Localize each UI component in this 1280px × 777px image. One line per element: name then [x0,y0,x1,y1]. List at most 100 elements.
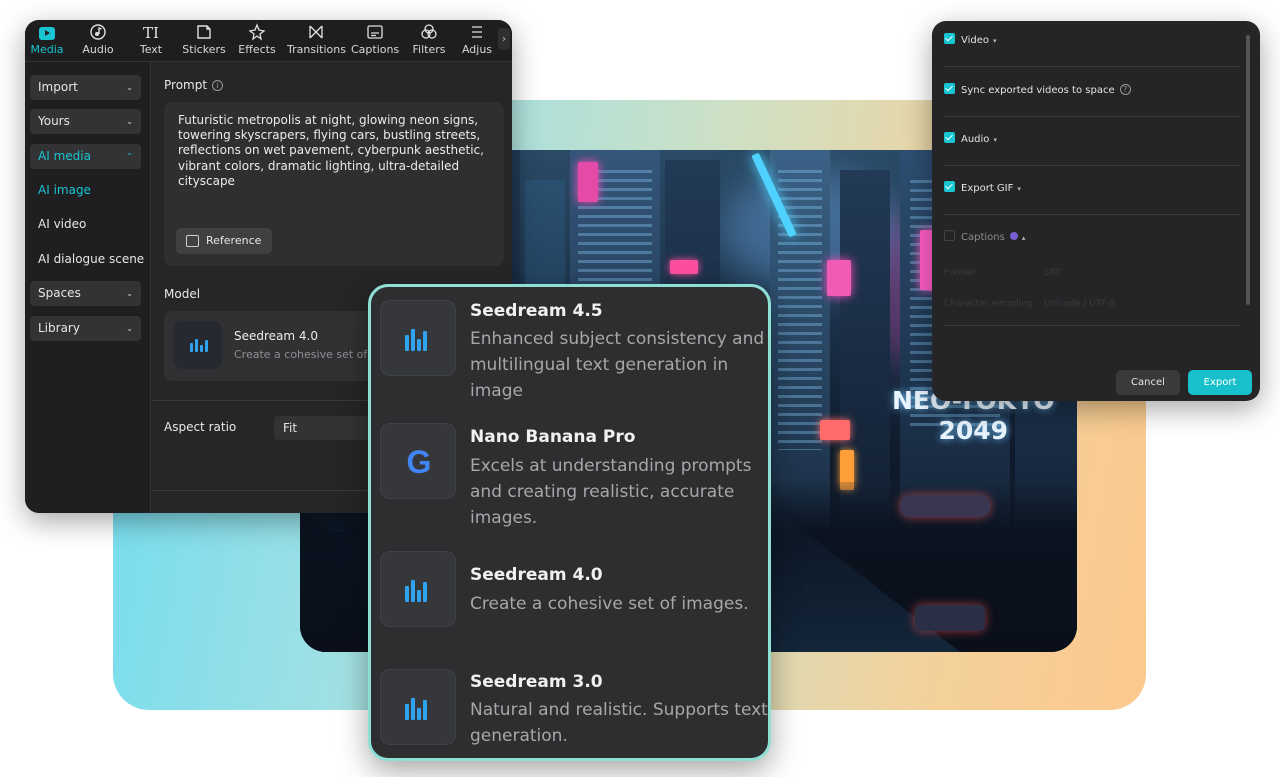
model-option-name: Seedream 4.5 [470,301,603,321]
checkbox-checked-icon[interactable] [944,33,955,44]
sidebar-item-label: Yours [38,114,70,128]
tab-text[interactable]: TI Text [135,20,167,62]
checkbox-unchecked-icon[interactable] [944,230,955,241]
reference-button-label: Reference [206,234,262,247]
tab-captions[interactable]: Captions [351,20,399,62]
divider [944,165,1240,166]
sync-to-space-row[interactable]: Sync exported videos to space? [944,79,1240,103]
aspect-ratio-label: Aspect ratio [164,420,237,434]
model-option-description: Excels at understanding prompts and crea… [470,456,752,528]
google-glyph: G [406,444,432,480]
image-icon [186,235,199,247]
model-label: Model [164,287,201,301]
export-row-label: Sync exported videos to space [961,85,1115,96]
tab-stickers[interactable]: Stickers [180,20,228,62]
captions-icon [351,23,399,43]
tab-stickers-label: Stickers [182,43,226,56]
tab-effects[interactable]: Effects [237,20,277,62]
google-icon: G [380,423,456,499]
sidebar-item-label: AI media [38,149,91,163]
export-row-label: Video [961,35,990,46]
checkbox-checked-icon[interactable] [944,181,955,192]
model-option-description: Natural and realistic. Supports text gen… [470,700,768,746]
reference-button[interactable]: Reference [176,228,272,254]
model-dropdown: Seedream 4.5 Enhanced subject consistenc… [368,284,771,761]
sidebar-item-label: AI image [38,183,91,197]
sidebar-item-label: Import [38,80,78,94]
export-row-label: Export GIF [961,183,1014,194]
model-option-description: Enhanced subject consistency and multili… [470,329,765,401]
help-icon[interactable]: ? [1119,84,1131,95]
model-description: Create a cohesive set of i [234,348,374,361]
sidebar-item-library[interactable]: Library ⌄ [30,316,141,341]
tab-transitions[interactable]: Transitions [287,20,346,62]
sidebar-item-import[interactable]: Import ⌄ [30,75,141,100]
export-row-label: Captions [961,232,1005,243]
filters-icon [410,23,448,43]
seedream-icon [380,300,456,376]
export-button[interactable]: Export [1188,370,1252,395]
tab-audio[interactable]: Audio [81,20,115,62]
sidebar-item-ai-media[interactable]: AI media ⌃ [30,144,141,169]
captions-format-label: Format [944,268,976,278]
sidebar-item-ai-video[interactable]: AI video [30,212,141,237]
sidebar-item-label: AI video [38,217,87,231]
sidebar-item-yours[interactable]: Yours ⌄ [30,109,141,134]
sidebar-item-ai-dialogue-scene[interactable]: AI dialogue scene [30,247,150,272]
export-gif-row[interactable]: Export GIF ▾ [944,177,1240,201]
checkbox-checked-icon[interactable] [944,83,955,94]
transitions-icon [287,23,345,43]
audio-icon [81,23,115,43]
tab-filters-label: Filters [412,43,446,56]
info-icon[interactable]: i [212,80,224,91]
toolbar-scroll-right-icon[interactable]: › [498,28,510,50]
prompt-text[interactable]: Futuristic metropolis at night, glowing … [178,113,494,189]
tab-media[interactable]: Media [29,20,65,62]
prompt-label: Prompt i [164,78,224,92]
model-option-name: Seedream 4.0 [470,565,603,585]
tab-captions-label: Captions [351,43,400,56]
prompt-label-text: Prompt [164,78,208,92]
prompt-input[interactable]: Futuristic metropolis at night, glowing … [164,102,504,266]
seedream-icon [174,321,222,369]
sidebar-item-spaces[interactable]: Spaces ⌄ [30,281,141,306]
sidebar-item-ai-image[interactable]: AI image [30,178,141,203]
captions-encoding-value: Unicode / UTF-8 [1044,299,1116,309]
export-captions-row[interactable]: Captions ▴ [944,226,1240,250]
tab-adjust[interactable]: Adjus [459,20,495,62]
tab-media-label: Media [30,43,64,56]
model-option-nano-banana-pro[interactable]: G Nano Banana Pro Excels at understandin… [371,410,768,528]
export-video-row[interactable]: Video ▾ [944,29,1240,53]
seedream-icon [380,669,456,745]
export-audio-row[interactable]: Audio ▾ [944,128,1240,152]
captions-encoding-label: Character encoding [944,299,1033,309]
text-icon: TI [143,24,159,42]
caret-down-icon[interactable]: ▾ [993,136,997,144]
tab-adjust-label: Adjus [461,43,493,56]
checkbox-checked-icon[interactable] [944,132,955,143]
chevron-down-icon: ⌄ [126,117,133,126]
cancel-button[interactable]: Cancel [1116,370,1180,395]
model-option-seedream-3-0[interactable]: Seedream 3.0 Natural and realistic. Supp… [371,657,768,758]
stage: { "toolbar": { "items": [ {"label": "Med… [0,0,1280,777]
tab-audio-label: Audio [82,43,114,56]
caret-up-icon[interactable]: ▴ [1022,234,1026,242]
caret-down-icon[interactable]: ▾ [993,37,997,45]
tab-effects-label: Effects [238,43,276,56]
chevron-down-icon: ⌄ [126,289,133,298]
caret-down-icon[interactable]: ▾ [1017,185,1021,193]
model-option-name: Nano Banana Pro [470,427,636,447]
sidebar-item-label: AI dialogue scene [38,252,145,266]
scrollbar[interactable] [1246,35,1250,305]
sidebar-item-label: Library [38,321,80,335]
model-name: Seedream 4.0 [234,329,318,343]
export-row-label: Audio [961,134,990,145]
tab-filters[interactable]: Filters [410,20,448,62]
chevron-down-icon: ⌄ [126,324,133,333]
top-toolbar: Media Audio TI Text Stickers Effects Tra… [25,20,512,62]
model-option-seedream-4-0[interactable]: Seedream 4.0 Create a cohesive set of im… [371,539,768,649]
model-option-seedream-4-5[interactable]: Seedream 4.5 Enhanced subject consistenc… [371,287,768,401]
tab-text-label: Text [139,43,163,56]
seedream-icon [380,551,456,627]
adjust-icon [459,23,495,43]
